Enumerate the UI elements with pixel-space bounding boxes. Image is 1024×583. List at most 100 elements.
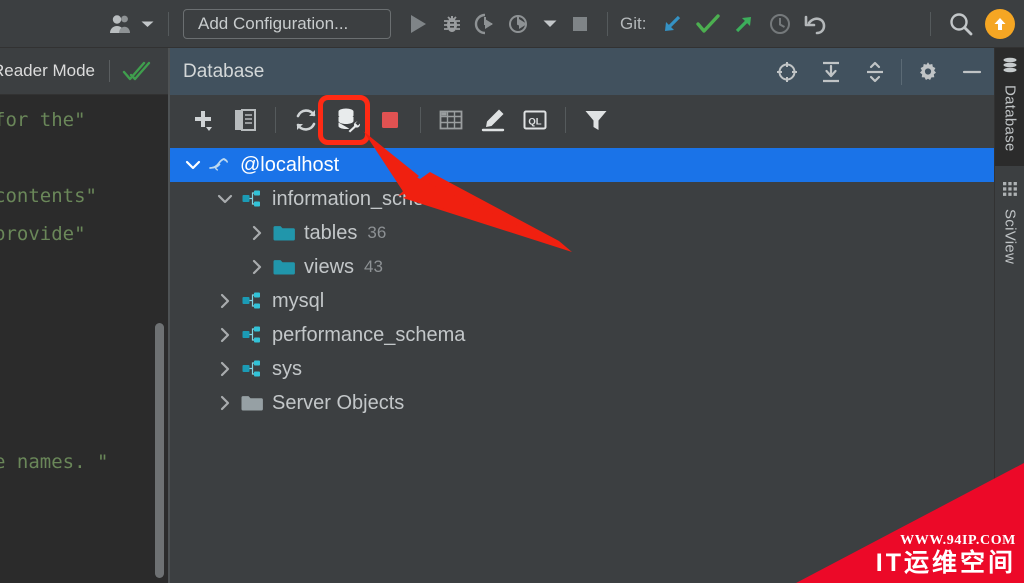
sidebar-item-database[interactable]: Database xyxy=(995,48,1024,166)
chevron-right-icon[interactable] xyxy=(244,250,270,284)
toolbar-divider-3 xyxy=(565,107,566,133)
toolbar-divider-2 xyxy=(607,11,608,36)
user-avatar-icon[interactable] xyxy=(104,7,158,41)
schema-icon xyxy=(238,284,266,318)
database-stack-icon xyxy=(1001,56,1019,79)
tree-node-mysql[interactable]: mysql xyxy=(170,284,994,318)
ide-window: Add Configuration... Git: Reader Mode fo… xyxy=(0,0,1024,583)
database-tool-window: Database QL @localhost information_schem… xyxy=(170,48,994,583)
profile-chevron-down-icon[interactable] xyxy=(537,7,563,41)
green-double-check-icon[interactable] xyxy=(122,59,152,83)
debug-bug-icon[interactable] xyxy=(435,7,469,41)
page-title: Database xyxy=(183,60,265,82)
search-magnifier-icon[interactable] xyxy=(941,7,981,41)
database-toolbar: QL xyxy=(170,95,994,145)
toolbar-left-spacer xyxy=(0,23,104,24)
tree-node-label: information_schema xyxy=(272,187,453,210)
run-with-coverage-icon[interactable] xyxy=(469,7,503,41)
sidebar-item-label: Database xyxy=(1001,85,1019,152)
git-label: Git: xyxy=(620,13,647,33)
folder-teal-icon xyxy=(270,216,298,250)
schema-icon xyxy=(238,182,266,216)
duplicate-copy-icon[interactable] xyxy=(224,100,266,140)
reader-mode-bar: Reader Mode xyxy=(0,48,170,95)
rollback-undo-icon[interactable] xyxy=(798,7,834,41)
chevron-right-icon[interactable] xyxy=(212,386,238,420)
update-available-up-arrow-icon[interactable] xyxy=(985,8,1015,39)
chevron-right-icon[interactable] xyxy=(244,216,270,250)
code-line: e names. " xyxy=(0,451,109,473)
stop-red-square-icon[interactable] xyxy=(369,100,411,140)
tree-node-server-objects[interactable]: Server Objects xyxy=(170,386,994,420)
tree-node-label: @localhost xyxy=(240,153,340,176)
tree-node-label: performance_schema xyxy=(272,323,466,346)
toolbar-right-group xyxy=(920,7,1024,41)
chevron-down-icon[interactable] xyxy=(212,182,238,216)
database-properties-wrench-icon[interactable] xyxy=(327,100,369,140)
tree-node-tables[interactable]: tables 36 xyxy=(170,216,994,250)
run-configuration-selector[interactable]: Add Configuration... xyxy=(183,8,391,39)
database-tree: @localhost information_schema tables 36 … xyxy=(170,145,994,583)
expand-all-icon[interactable] xyxy=(809,50,853,94)
open-table-editor-icon[interactable] xyxy=(430,100,472,140)
tree-node-localhost[interactable]: @localhost xyxy=(170,148,994,182)
refresh-sync-icon[interactable] xyxy=(285,100,327,140)
tree-node-sys[interactable]: sys xyxy=(170,352,994,386)
tree-node-views[interactable]: views 43 xyxy=(170,250,994,284)
run-play-icon[interactable] xyxy=(401,7,435,41)
jump-to-query-console-icon[interactable]: QL xyxy=(514,100,556,140)
toolbar-divider-2 xyxy=(420,107,421,133)
tree-node-label: tables xyxy=(304,221,358,244)
filter-funnel-icon[interactable] xyxy=(575,100,617,140)
tree-node-label: mysql xyxy=(272,289,325,312)
editor-pane: Reader Mode for the" contents" provide" … xyxy=(0,48,170,583)
tree-node-performance-schema[interactable]: performance_schema xyxy=(170,318,994,352)
add-plus-icon[interactable] xyxy=(182,100,224,140)
chevron-right-icon[interactable] xyxy=(212,284,238,318)
tree-node-count: 43 xyxy=(364,257,383,276)
tree-node-information-schema[interactable]: information_schema xyxy=(170,182,994,216)
chevron-down-icon[interactable] xyxy=(180,148,206,182)
tree-node-label: Server Objects xyxy=(272,391,405,414)
modify-pencil-icon[interactable] xyxy=(472,100,514,140)
push-arrow-icon[interactable] xyxy=(726,7,762,41)
settings-gear-icon[interactable] xyxy=(906,50,950,94)
sciview-grid-icon xyxy=(1001,180,1019,203)
commit-checkmark-icon[interactable] xyxy=(690,7,726,41)
schema-icon xyxy=(238,352,266,386)
right-tool-window-bar: Database SciView xyxy=(994,48,1024,583)
history-clock-icon[interactable] xyxy=(762,7,798,41)
tree-node-label: views xyxy=(304,255,355,278)
update-project-arrow-icon[interactable] xyxy=(654,7,690,41)
toolbar-divider xyxy=(275,107,276,133)
avatar-chevron-down-icon[interactable] xyxy=(141,15,154,33)
mysql-dolphin-icon xyxy=(206,148,234,182)
git-controls-group xyxy=(654,7,834,41)
reader-bar-divider xyxy=(109,60,111,82)
profile-icon[interactable] xyxy=(503,7,537,41)
code-text-area[interactable]: for the" contents" provide" e names. " xyxy=(0,95,170,583)
chevron-right-icon[interactable] xyxy=(212,352,238,386)
collapse-all-icon[interactable] xyxy=(853,50,897,94)
code-line: contents" xyxy=(0,185,97,207)
toolbar-divider-3 xyxy=(930,11,931,36)
schema-icon xyxy=(238,318,266,352)
stop-square-icon[interactable] xyxy=(563,7,597,41)
scroll-from-source-icon[interactable] xyxy=(765,50,809,94)
sidebar-item-label: SciView xyxy=(1001,209,1019,265)
sidebar-item-sciview[interactable]: SciView xyxy=(995,166,1024,274)
folder-teal-icon xyxy=(270,250,298,284)
chevron-right-icon[interactable] xyxy=(212,318,238,352)
code-line: provide" xyxy=(0,223,86,245)
svg-text:QL: QL xyxy=(528,117,541,128)
minimize-icon[interactable] xyxy=(950,50,994,94)
tree-node-label: sys xyxy=(272,357,302,380)
reader-mode-label: Reader Mode xyxy=(0,61,96,80)
editor-vertical-scrollbar[interactable] xyxy=(155,323,164,578)
database-header-actions xyxy=(765,50,994,94)
main-toolbar: Add Configuration... Git: xyxy=(0,0,1024,48)
run-controls-group xyxy=(401,7,597,41)
